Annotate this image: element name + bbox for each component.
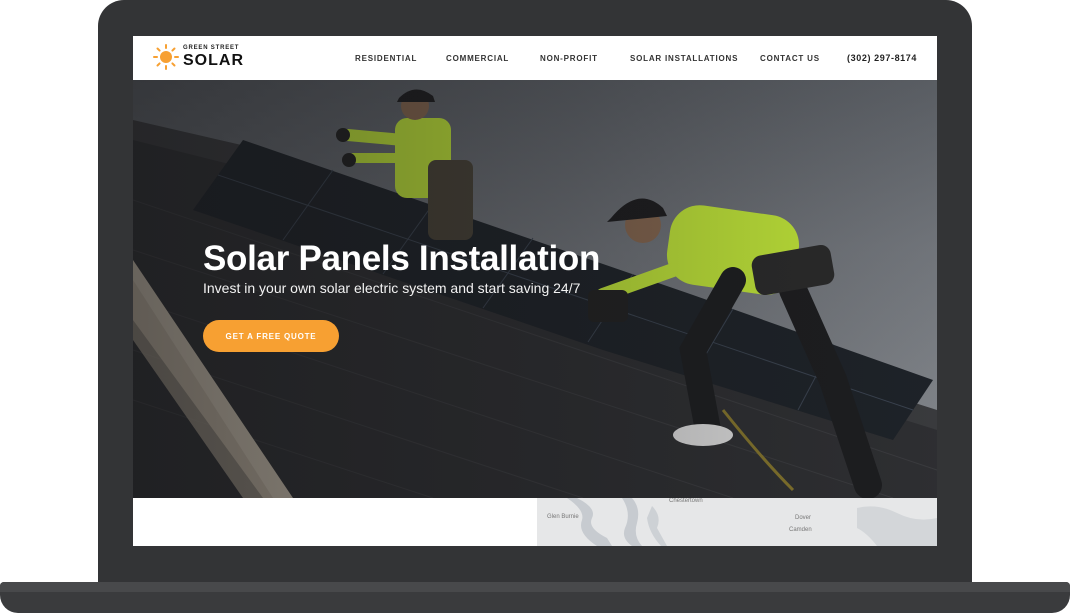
hero-section: Solar Panels Installation Invest in your…: [133, 80, 937, 498]
nav-item-contact-us[interactable]: CONTACT US: [760, 54, 820, 63]
site-header: GREEN STREET SOLAR RESIDENTIAL COMMERCIA…: [133, 36, 937, 80]
browser-screen: GREEN STREET SOLAR RESIDENTIAL COMMERCIA…: [133, 36, 937, 546]
map-label-glen-burnie: Glen Burnie: [547, 514, 579, 520]
map-label-chestertown: Chestertown: [669, 498, 703, 504]
nav-item-solar-installations[interactable]: SOLAR INSTALLATIONS: [630, 54, 738, 63]
nav-item-residential[interactable]: RESIDENTIAL: [355, 54, 417, 63]
hero-subtitle: Invest in your own solar electric system…: [203, 280, 581, 296]
map-preview[interactable]: Chestertown Glen Burnie Dover Camden: [537, 498, 937, 546]
get-free-quote-button[interactable]: GET A FREE QUOTE: [203, 320, 339, 352]
nav-item-non-profit[interactable]: NON-PROFIT: [540, 54, 598, 63]
hero-title: Solar Panels Installation: [203, 239, 601, 279]
phone-link[interactable]: (302) 297-8174: [847, 53, 917, 63]
content-strip: Chestertown Glen Burnie Dover Camden: [133, 498, 937, 546]
map-water-shapes: [567, 498, 937, 546]
laptop-base: [0, 582, 1070, 613]
map-label-camden: Camden: [789, 527, 812, 533]
main-nav: RESIDENTIAL COMMERCIAL NON-PROFIT SOLAR …: [133, 36, 937, 80]
nav-item-commercial[interactable]: COMMERCIAL: [446, 54, 509, 63]
map-label-dover: Dover: [795, 515, 812, 521]
